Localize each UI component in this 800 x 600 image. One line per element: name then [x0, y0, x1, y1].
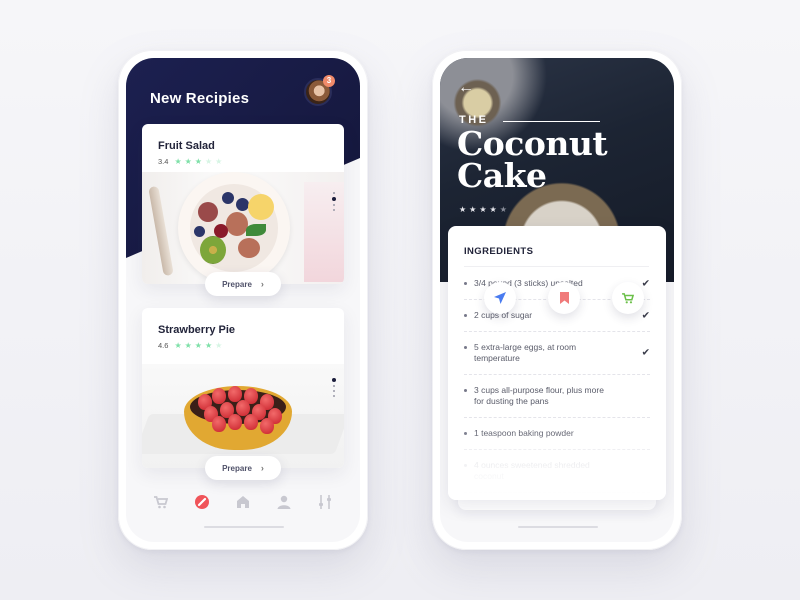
recipe-card-fruit-salad[interactable]: Fruit Salad 3.4 ★ ★ ★ ★ ★ Prepare ›: [142, 124, 344, 296]
star-empty-icon: ★: [215, 340, 223, 350]
bowl-graphic: [178, 172, 290, 284]
prepare-button[interactable]: Prepare ›: [205, 456, 281, 480]
recipes-screen: New Recipies 3 Fruit Salad 3.4 ★ ★ ★ ★ ★: [126, 58, 360, 542]
ingredient-text: 3 cups all-purpose flour, plus more for …: [474, 385, 604, 406]
list-fade-overlay: [448, 430, 666, 500]
image-carousel-indicator[interactable]: [332, 378, 336, 397]
add-to-cart-button[interactable]: [612, 282, 644, 314]
star-icon: ★: [479, 205, 487, 214]
check-icon[interactable]: ✔: [642, 348, 650, 359]
sliders-icon[interactable]: [316, 493, 334, 511]
ingredients-card: INGREDIENTS 3/4 pound (3 sticks) unsalte…: [448, 226, 666, 500]
ingredients-heading: INGREDIENTS: [464, 246, 534, 257]
notification-badge: 3: [323, 75, 335, 87]
rating-value: 4.6: [158, 341, 169, 350]
recipe-card-strawberry-pie[interactable]: Strawberry Pie 4.6 ★ ★ ★ ★ ★ Prepare ›: [142, 308, 344, 480]
recipe-name: Fruit Salad: [158, 140, 215, 152]
arrow-left-icon[interactable]: ←: [458, 80, 474, 96]
title-divider: [503, 121, 600, 122]
recipe-title: Coconut Cake: [457, 127, 608, 195]
star-icon: ★: [469, 205, 477, 214]
bottom-nav: [126, 490, 360, 514]
carousel-dot-active[interactable]: [332, 378, 336, 382]
rating-value: 3.4: [158, 157, 169, 166]
strawberry-pie-photo: [142, 364, 344, 468]
star-icon: ★: [174, 156, 182, 166]
chevron-right-icon: ›: [260, 279, 264, 289]
star-icon: ★: [204, 340, 213, 350]
star-icon: ★: [459, 205, 467, 214]
check-icon[interactable]: ✔: [642, 310, 650, 321]
prepare-label: Prepare: [222, 279, 252, 289]
share-button[interactable]: [484, 282, 516, 314]
carousel-dot[interactable]: [333, 209, 335, 211]
image-carousel-indicator[interactable]: [332, 192, 336, 211]
bookmark-button[interactable]: [548, 282, 580, 314]
ingredient-text: 5 extra-large eggs, at room temperature: [474, 342, 577, 363]
carousel-dot[interactable]: [333, 192, 335, 194]
home-icon[interactable]: [234, 493, 252, 511]
star-empty-icon: ★: [499, 205, 507, 214]
prepare-label: Prepare: [222, 463, 252, 473]
home-indicator: [518, 526, 598, 528]
ingredient-item[interactable]: 5 extra-large eggs, at room temperature …: [464, 332, 650, 375]
page-title: New Recipies: [150, 90, 250, 107]
star-icon: ★: [184, 156, 192, 166]
phone-recipe-detail: ← THE Coconut Cake ★ ★ ★ ★ ★ INGREDIENTS…: [432, 50, 682, 550]
popsicle-graphic: [304, 182, 344, 282]
carousel-dot[interactable]: [333, 385, 335, 387]
compass-icon[interactable]: [193, 493, 211, 511]
star-icon: ★: [194, 156, 202, 166]
star-icon: ★: [194, 340, 202, 350]
star-icon: ★: [174, 340, 182, 350]
recipe-name: Strawberry Pie: [158, 324, 236, 336]
user-icon[interactable]: [275, 493, 293, 511]
chevron-right-icon: ›: [260, 463, 264, 473]
send-icon: [494, 292, 506, 304]
ingredient-item[interactable]: 3 cups all-purpose flour, plus more for …: [464, 375, 650, 418]
bullet-icon: [464, 314, 467, 317]
phone-recipes-list: New Recipies 3 Fruit Salad 3.4 ★ ★ ★ ★ ★: [118, 50, 368, 550]
prepare-button[interactable]: Prepare ›: [205, 272, 281, 296]
home-indicator: [204, 526, 284, 528]
spoon-graphic: [148, 185, 174, 277]
recipe-rating: 3.4 ★ ★ ★ ★ ★: [158, 157, 222, 166]
bullet-icon: [464, 282, 467, 285]
bullet-icon: [464, 346, 467, 349]
star-icon: ★: [489, 205, 497, 214]
carousel-dot[interactable]: [333, 390, 335, 392]
carousel-dot-active[interactable]: [332, 197, 336, 201]
star-icon: ★: [184, 340, 192, 350]
check-icon[interactable]: ✔: [642, 278, 650, 289]
bookmark-icon: [559, 292, 569, 304]
bullet-icon: [464, 389, 467, 392]
carousel-dot[interactable]: [333, 204, 335, 206]
cart-icon[interactable]: [152, 493, 170, 511]
cart-icon: [622, 292, 634, 303]
carousel-dot[interactable]: [333, 395, 335, 397]
star-empty-icon: ★: [204, 156, 213, 166]
fruit-salad-photo: [142, 172, 344, 284]
recipe-detail-screen: ← THE Coconut Cake ★ ★ ★ ★ ★ INGREDIENTS…: [440, 58, 674, 542]
recipe-rating: ★ ★ ★ ★ ★: [459, 205, 507, 214]
divider: [464, 266, 649, 267]
star-empty-icon: ★: [215, 156, 223, 166]
recipe-rating: 4.6 ★ ★ ★ ★ ★: [158, 341, 222, 350]
recipe-title-line2: Cake: [457, 156, 547, 195]
